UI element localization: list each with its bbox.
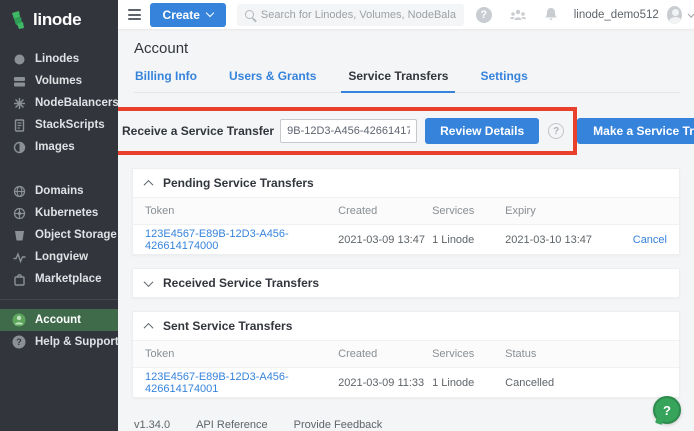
sidebar-item-domains[interactable]: Domains [0, 180, 118, 202]
search-input[interactable] [261, 9, 456, 21]
tab-service-transfers[interactable]: Service Transfers [347, 67, 449, 92]
version-link[interactable]: v1.34.0 [134, 419, 170, 431]
sent-token-link[interactable]: 123E4567-E89B-12D3-A456-426614174001 [145, 371, 338, 395]
receive-transfer-highlight-box: Receive a Service Transfer Review Detail… [114, 107, 577, 155]
sidebar-item-longview[interactable]: Longview [0, 246, 118, 268]
notifications-icon[interactable] [544, 7, 558, 22]
svg-text:?: ? [16, 337, 22, 347]
receive-transfer-token-input[interactable] [280, 119, 417, 143]
linode-logo-icon [11, 11, 27, 29]
received-transfers-header[interactable]: Received Service Transfers [133, 269, 679, 297]
pending-created: 2021-03-09 13:47 [338, 234, 432, 246]
user-menu-chevron-icon[interactable] [687, 10, 694, 18]
tab-billing-info[interactable]: Billing Info [134, 67, 198, 92]
topbar: Create ? linode_demo512 [118, 0, 694, 29]
sidebar-item-linodes[interactable]: Linodes [0, 48, 118, 70]
pending-transfers-card: Pending Service Transfers Token Created … [132, 168, 680, 255]
account-tabs: Billing Info Users & Grants Service Tran… [134, 67, 680, 93]
linode-logo[interactable]: linode [0, 0, 118, 42]
tab-users-grants[interactable]: Users & Grants [228, 67, 317, 92]
cancel-transfer-link[interactable]: Cancel [633, 234, 667, 246]
sidebar-item-kubernetes[interactable]: Kubernetes [0, 202, 118, 224]
sidebar-item-help-support[interactable]: ? Help & Support [0, 331, 118, 353]
pending-token-link[interactable]: 123E4567-E89B-12D3-A456-426614174000 [145, 228, 338, 252]
object-storage-icon [12, 228, 26, 242]
help-support-icon: ? [12, 335, 26, 349]
api-reference-link[interactable]: API Reference [196, 419, 268, 431]
make-service-transfer-button[interactable]: Make a Service Transfer [577, 118, 694, 144]
help-chat-button[interactable]: ? [653, 396, 681, 424]
sent-services: 1 Linode [432, 377, 505, 389]
sent-transfers-card: Sent Service Transfers Token Created Ser… [132, 311, 680, 398]
stackscripts-icon [12, 118, 26, 132]
pending-expiry: 2021-03-10 13:47 [505, 234, 599, 246]
sent-transfers-header[interactable]: Sent Service Transfers [133, 312, 679, 340]
images-icon [12, 140, 26, 154]
main-content: Account Billing Info Users & Grants Serv… [118, 29, 694, 431]
sent-table-row: 123E4567-E89B-12D3-A456-426614174001 202… [133, 368, 679, 397]
page-title: Account [134, 40, 680, 57]
sidebar-item-stackscripts[interactable]: StackScripts [0, 114, 118, 136]
global-search[interactable] [237, 4, 464, 26]
community-icon[interactable] [509, 8, 527, 22]
sent-status: Cancelled [505, 377, 599, 389]
sidebar-item-images[interactable]: Images [0, 136, 118, 158]
sidebar-item-object-storage[interactable]: Object Storage [0, 224, 118, 246]
marketplace-icon [12, 272, 26, 286]
longview-icon [12, 250, 26, 264]
domains-icon [12, 184, 26, 198]
username[interactable]: linode_demo512 [574, 9, 659, 21]
sidebar: linode Linodes Volumes NodeBalancers Sta… [0, 0, 118, 431]
receive-transfer-label: Receive a Service Transfer [122, 124, 274, 138]
linode-logo-text: linode [33, 10, 81, 30]
pending-services: 1 Linode [432, 234, 505, 246]
nodebalancers-icon [12, 96, 26, 110]
account-icon [12, 313, 26, 327]
pending-table-row: 123E4567-E89B-12D3-A456-426614174000 202… [133, 225, 679, 254]
collapse-icon [144, 179, 154, 189]
sent-table-header: Token Created Services Status [133, 340, 679, 368]
chevron-down-icon [206, 9, 214, 17]
received-transfers-card: Received Service Transfers [132, 268, 680, 298]
transfer-actions-row: Receive a Service Transfer Review Detail… [132, 107, 680, 155]
collapse-icon [144, 322, 154, 332]
search-icon [245, 10, 254, 19]
footer: v1.34.0 API Reference Provide Feedback [134, 419, 680, 431]
volumes-icon [12, 74, 26, 88]
pending-transfers-header[interactable]: Pending Service Transfers [133, 169, 679, 197]
pending-table-header: Token Created Services Expiry [133, 197, 679, 225]
sidebar-divider [0, 299, 118, 300]
review-details-button[interactable]: Review Details [425, 118, 539, 144]
avatar[interactable] [667, 6, 682, 24]
kubernetes-icon [12, 206, 26, 220]
linodes-icon [12, 52, 26, 66]
receive-transfer-help-icon[interactable]: ? [548, 123, 564, 139]
help-icon[interactable]: ? [476, 7, 492, 23]
sidebar-item-volumes[interactable]: Volumes [0, 70, 118, 92]
menu-toggle-icon[interactable] [128, 7, 141, 23]
sidebar-item-nodebalancers[interactable]: NodeBalancers [0, 92, 118, 114]
create-button[interactable]: Create [150, 3, 226, 27]
sidebar-item-account[interactable]: Account [0, 309, 118, 331]
tab-settings[interactable]: Settings [479, 67, 528, 92]
provide-feedback-link[interactable]: Provide Feedback [294, 419, 383, 431]
sent-created: 2021-03-09 11:33 [338, 377, 432, 389]
sidebar-item-marketplace[interactable]: Marketplace [0, 268, 118, 290]
expand-icon [144, 277, 154, 287]
